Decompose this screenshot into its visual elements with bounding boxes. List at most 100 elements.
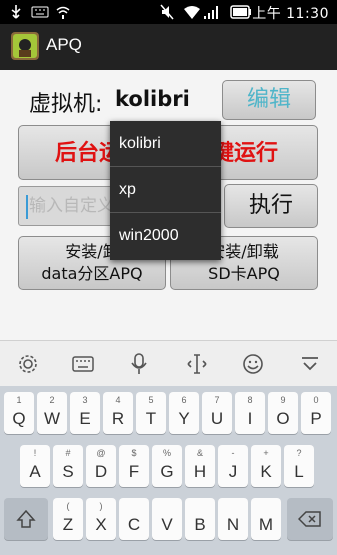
key-letter: O bbox=[276, 409, 290, 428]
key-o[interactable]: 9O bbox=[268, 392, 298, 434]
key-s[interactable]: # S bbox=[53, 445, 83, 487]
key-letter: M bbox=[258, 515, 274, 534]
main-content: 虚拟机: kolibri 编辑 后台运 键运行 输入自定义 执行 安装/卸 da… bbox=[0, 70, 337, 340]
android-icon bbox=[13, 34, 37, 58]
key-hint: # bbox=[65, 448, 71, 458]
status-bar: 上午 11:30 bbox=[0, 0, 337, 24]
key-letter: L bbox=[294, 462, 304, 481]
battery-icon bbox=[230, 5, 251, 19]
key-hint: 0 bbox=[313, 395, 319, 405]
key-b[interactable]: B bbox=[185, 498, 215, 540]
cursor-move-icon[interactable] bbox=[186, 353, 208, 375]
dropdown-item[interactable]: xp bbox=[110, 167, 221, 213]
app-title: APQ bbox=[46, 35, 82, 54]
key-p[interactable]: 0P bbox=[301, 392, 331, 434]
key-q[interactable]: 1Q bbox=[4, 392, 34, 434]
key-d[interactable]: @ D bbox=[86, 445, 116, 487]
edit-button[interactable]: 编辑 bbox=[222, 80, 316, 120]
key-t[interactable]: 5T bbox=[136, 392, 166, 434]
key-letter: S bbox=[62, 462, 74, 481]
key-letter: A bbox=[29, 462, 41, 481]
app-icon bbox=[11, 32, 39, 60]
keyboard-layout-icon[interactable] bbox=[72, 353, 94, 375]
key-letter: C bbox=[127, 515, 141, 534]
key-letter: B bbox=[194, 515, 206, 534]
key-n[interactable]: N bbox=[218, 498, 248, 540]
key-hint: % bbox=[162, 448, 171, 458]
key-k[interactable]: + K bbox=[251, 445, 281, 487]
key-hint: $ bbox=[131, 448, 137, 458]
key-i[interactable]: 8I bbox=[235, 392, 265, 434]
action-bar: APQ bbox=[0, 24, 337, 70]
key-letter: X bbox=[95, 515, 107, 534]
hide-keyboard-icon[interactable] bbox=[299, 353, 321, 375]
key-letter: G bbox=[160, 462, 174, 481]
key-x[interactable]: ) X bbox=[86, 498, 116, 540]
key-letter: Q bbox=[12, 409, 26, 428]
key-hint: - bbox=[231, 448, 235, 458]
key-letter: J bbox=[228, 462, 238, 481]
mute-icon bbox=[160, 4, 174, 20]
key-letter: F bbox=[128, 462, 140, 481]
key-hint: 3 bbox=[82, 395, 88, 405]
key-g[interactable]: % G bbox=[152, 445, 182, 487]
key-letter: I bbox=[247, 409, 253, 428]
key-r[interactable]: 4R bbox=[103, 392, 133, 434]
key-hint: 1 bbox=[16, 395, 22, 405]
key-hint: + bbox=[263, 448, 269, 458]
key-z[interactable]: (Z bbox=[53, 498, 83, 540]
shift-key[interactable] bbox=[4, 498, 48, 540]
key-a[interactable]: ! A bbox=[20, 445, 50, 487]
key-c[interactable]: C bbox=[119, 498, 149, 540]
key-e[interactable]: 3E bbox=[70, 392, 100, 434]
key-hint: & bbox=[196, 448, 203, 458]
key-letter: U bbox=[210, 409, 224, 428]
dropdown-item[interactable]: kolibri bbox=[110, 121, 221, 167]
settings-icon[interactable] bbox=[17, 353, 39, 375]
key-v[interactable]: V bbox=[152, 498, 182, 540]
key-letter: D bbox=[94, 462, 108, 481]
key-m[interactable]: M bbox=[251, 498, 281, 540]
key-hint: 5 bbox=[148, 395, 154, 405]
key-w[interactable]: 2W bbox=[37, 392, 67, 434]
backspace-icon bbox=[297, 511, 321, 527]
key-hint: @ bbox=[96, 448, 106, 458]
signal-icon bbox=[204, 6, 218, 19]
key-h[interactable]: & H bbox=[185, 445, 215, 487]
microphone-icon[interactable] bbox=[128, 353, 150, 375]
key-letter: R bbox=[111, 409, 125, 428]
sd-install-line2: SD卡APQ bbox=[208, 264, 280, 283]
vm-name-spinner[interactable]: kolibri bbox=[115, 87, 190, 111]
key-j[interactable]: -J bbox=[218, 445, 248, 487]
soft-keyboard: 1 Q 2 W 3 E 4 R 5 T 6 Y 7 U 8 I 9 O 0 P! A # S @ D $ F% G & H - J + K? L(Z… bbox=[0, 386, 337, 555]
key-letter: Z bbox=[62, 515, 74, 534]
key-u[interactable]: 7U bbox=[202, 392, 232, 434]
key-hint: 6 bbox=[181, 395, 187, 405]
key-letter: W bbox=[43, 409, 61, 428]
keyboard-toolbar bbox=[0, 340, 337, 386]
usb-icon bbox=[11, 5, 21, 19]
key-y[interactable]: 6Y bbox=[169, 392, 199, 434]
key-letter: P bbox=[310, 409, 322, 428]
key-hint: ! bbox=[33, 448, 37, 458]
keyboard-status-icon bbox=[31, 6, 49, 18]
key-hint: 2 bbox=[49, 395, 55, 405]
key-hint: ? bbox=[296, 448, 302, 458]
key-letter: H bbox=[193, 462, 207, 481]
wifi-icon bbox=[184, 6, 200, 19]
key-hint: ) bbox=[99, 501, 103, 511]
command-input-placeholder: 输入自定义 bbox=[29, 196, 114, 216]
backspace-key[interactable] bbox=[287, 498, 333, 540]
shift-icon bbox=[16, 509, 36, 528]
key-l[interactable]: ? L bbox=[284, 445, 314, 487]
key-letter: T bbox=[145, 409, 157, 428]
key-hint: ( bbox=[66, 501, 70, 511]
key-f[interactable]: $ F bbox=[119, 445, 149, 487]
vm-label: 虚拟机: bbox=[29, 92, 103, 117]
emoji-icon[interactable] bbox=[242, 353, 264, 375]
key-hint: 8 bbox=[247, 395, 253, 405]
status-time: 上午 11:30 bbox=[252, 6, 329, 22]
key-letter: V bbox=[161, 515, 173, 534]
execute-button[interactable]: 执行 bbox=[224, 184, 318, 228]
dropdown-item[interactable]: win2000 bbox=[110, 213, 221, 259]
